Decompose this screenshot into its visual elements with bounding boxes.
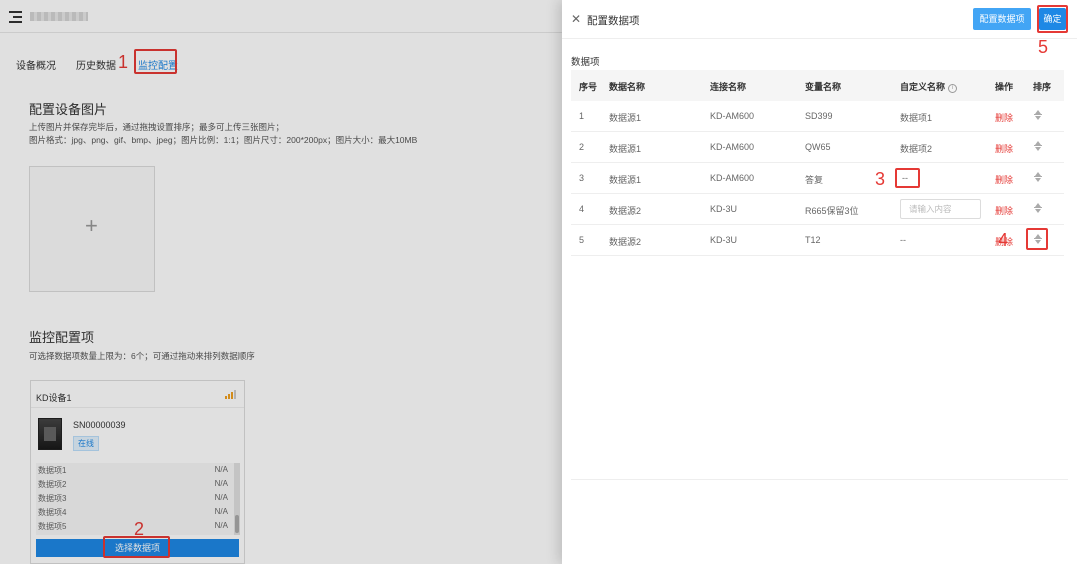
custom-name-input[interactable]: 请输入内容 — [900, 199, 981, 219]
drag-sort-icon[interactable] — [1033, 110, 1043, 122]
drag-sort-icon[interactable] — [1033, 172, 1043, 184]
delete-link[interactable]: 删除 — [995, 173, 1013, 186]
data-name: 数据源1 — [609, 175, 642, 185]
delete-link[interactable]: 删除 — [995, 142, 1013, 155]
row-index: 5 — [579, 235, 585, 245]
variable-name: SD399 — [805, 111, 833, 121]
config-data-items-button[interactable]: 配置数据项 — [973, 8, 1031, 30]
delete-link[interactable]: 删除 — [995, 204, 1013, 217]
table-header: 序号 数据名称 连接名称 变量名称 自定义名称 i 操作 排序 — [571, 70, 1064, 101]
drawer-title: 配置数据项 — [587, 15, 640, 27]
row-index: 4 — [579, 204, 585, 214]
variable-name: 答复 — [805, 175, 824, 185]
row-index: 3 — [579, 173, 585, 183]
table-row: 2 数据源1 KD-AM600 QW65 数据项2 删除 — [571, 132, 1064, 163]
column-header: 变量名称 — [805, 82, 842, 92]
drag-sort-icon[interactable] — [1033, 141, 1043, 153]
column-header: 连接名称 — [710, 82, 747, 92]
row-index: 2 — [579, 142, 585, 152]
data-name: 数据源1 — [609, 144, 642, 154]
drag-sort-icon[interactable] — [1033, 203, 1043, 215]
column-header: 序号 — [579, 82, 598, 92]
section-label: 数据项 — [571, 57, 600, 68]
info-icon[interactable]: i — [948, 84, 958, 93]
custom-name[interactable]: 数据项1 — [900, 111, 932, 124]
table-row: 1 数据源1 KD-AM600 SD399 数据项1 删除 — [571, 101, 1064, 132]
column-header: 操作 — [995, 82, 1014, 92]
table-row: 4 数据源2 KD-3U R665保留3位 请输入内容 删除 — [571, 194, 1064, 225]
connection-name: KD-3U — [710, 235, 738, 245]
delete-link[interactable]: 删除 — [995, 111, 1013, 124]
modal-mask[interactable] — [0, 0, 562, 564]
highlight-box-custom-name — [895, 168, 920, 188]
connection-name: KD-AM600 — [710, 111, 755, 121]
row-index: 1 — [579, 111, 585, 121]
table-row: 3 数据源1 KD-AM600 答复 -- 删除 — [571, 163, 1064, 194]
data-name: 数据源1 — [609, 113, 642, 123]
custom-name[interactable]: 数据项2 — [900, 142, 932, 155]
annotation-step-4: 4 — [998, 230, 1009, 250]
column-header: 排序 — [1033, 82, 1052, 92]
connection-name: KD-AM600 — [710, 142, 755, 152]
device-detail-page: 设备概况 历史数据 监控配置 1 配置设备图片 上传图片并保存完毕后，通过拖拽设… — [0, 0, 562, 564]
annotation-step-5: 5 — [1038, 37, 1049, 57]
annotation-step-3: 3 — [875, 169, 886, 189]
variable-name: R665保留3位 — [805, 206, 859, 216]
table-row: 5 数据源2 KD-3U T12 -- 删除 — [571, 225, 1064, 256]
data-name: 数据源2 — [609, 237, 642, 247]
column-header: 自定义名称 i — [900, 80, 958, 93]
connection-name: KD-AM600 — [710, 173, 755, 183]
highlight-box-confirm — [1037, 5, 1068, 33]
data-name: 数据源2 — [609, 206, 642, 216]
variable-name: QW65 — [805, 142, 831, 152]
variable-name: T12 — [805, 235, 821, 245]
column-header: 数据名称 — [609, 82, 646, 92]
custom-name[interactable]: -- — [900, 235, 906, 245]
config-data-items-drawer: ✕ 配置数据项 配置数据项 确定 5 数据项 序号 数据名称 连接名称 变量名称… — [562, 0, 1077, 564]
highlight-box-sort — [1026, 228, 1048, 250]
connection-name: KD-3U — [710, 204, 738, 214]
close-icon[interactable]: ✕ — [571, 13, 581, 25]
